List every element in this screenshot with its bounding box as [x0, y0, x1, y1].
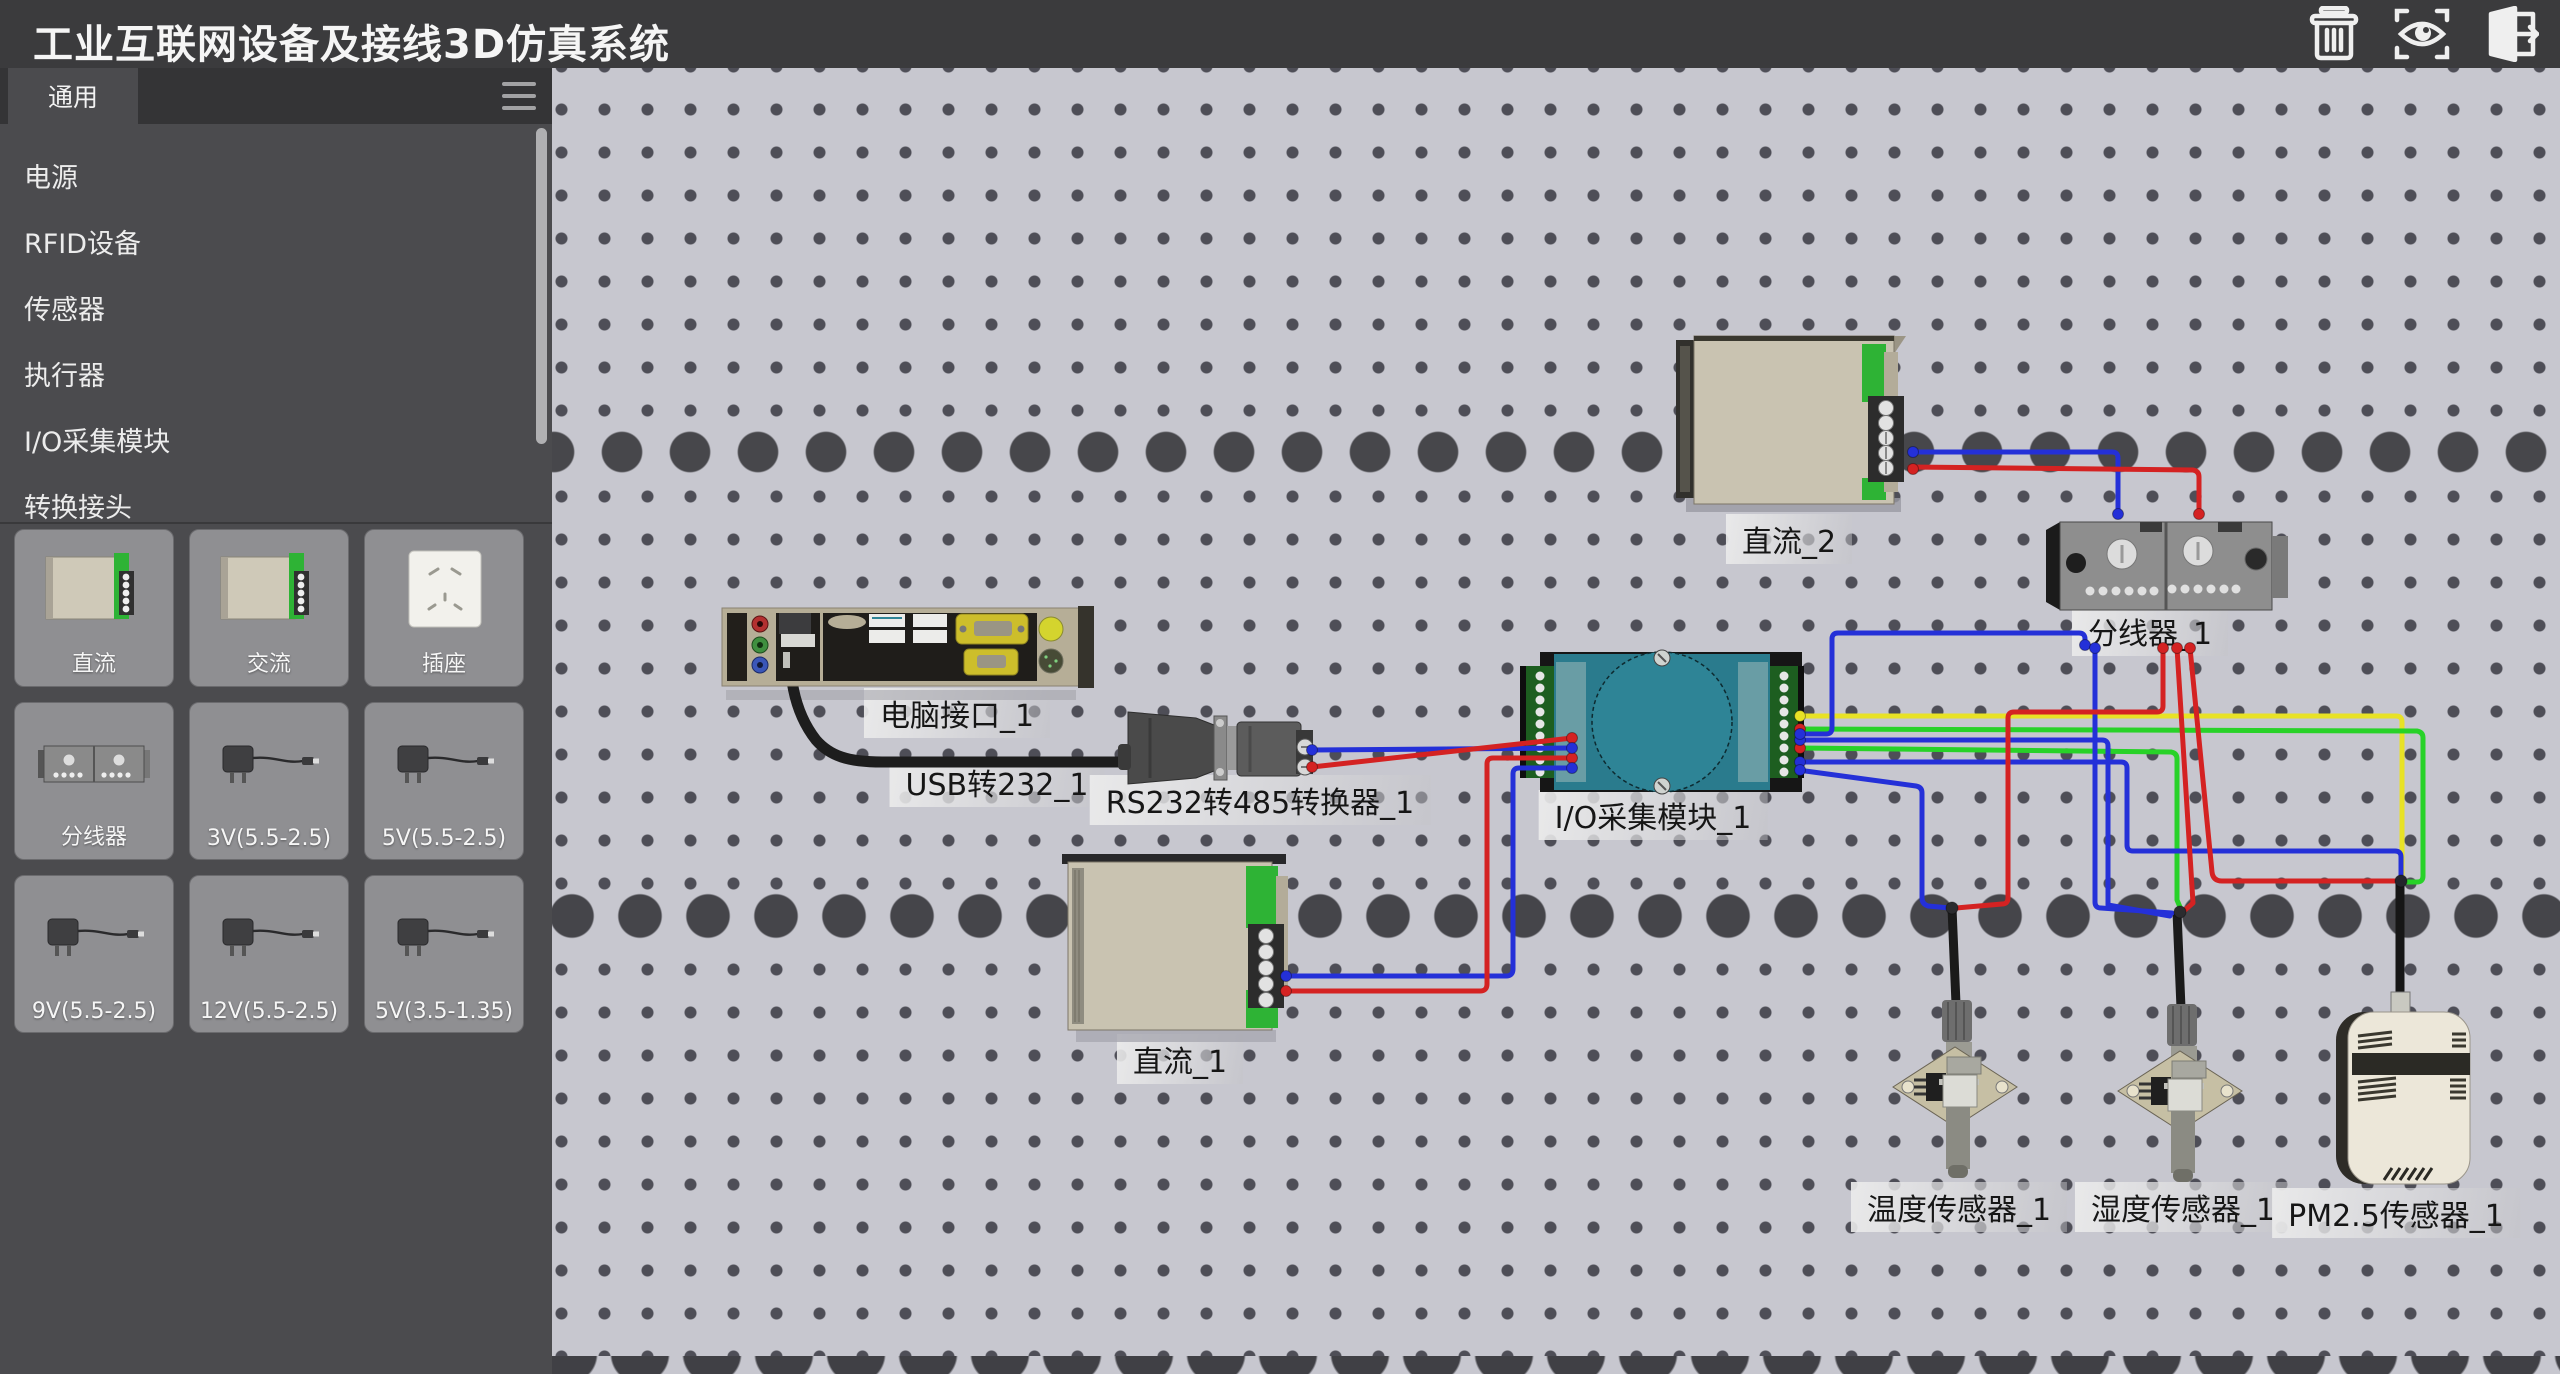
exit-icon[interactable] [2478, 4, 2542, 64]
wire-blue-temp [1798, 770, 1950, 908]
device-label: 直流_1 [1117, 1034, 1243, 1084]
tile-9v-adapter[interactable]: 9V(5.5-2.5) [14, 875, 174, 1033]
wire-red-humidity [2177, 648, 2193, 910]
menu-icon[interactable] [502, 82, 536, 110]
wire-blue-converter [1312, 748, 1572, 750]
adapter-icon [365, 884, 523, 992]
pegboard-hole-row [552, 428, 2560, 476]
tab-general[interactable]: 通用 [8, 68, 138, 124]
device-rs232-to-485[interactable] [1237, 722, 1313, 776]
tile-socket[interactable]: 插座 [364, 529, 524, 687]
device-io-module[interactable] [1520, 650, 1804, 794]
wire-blue-loop [1800, 633, 2085, 734]
tile-label: 3V(5.5-2.5) [190, 826, 348, 851]
component-sidebar: 通用 电源 RFID设备 传感器 执行器 I/O采集模块 转换接头 直流 交流 [0, 68, 552, 1374]
splitter-icon [15, 711, 173, 819]
sidebar-tab-row: 通用 [0, 68, 552, 124]
tile-label: 9V(5.5-2.5) [15, 999, 173, 1024]
wiring-scene [552, 68, 2560, 1374]
tile-5v-adapter[interactable]: 5V(5.5-2.5) [364, 702, 524, 860]
device-label: 电脑接口_1 [864, 688, 1050, 738]
sidebar-divider [0, 522, 552, 524]
tile-label: 插座 [365, 646, 523, 678]
menu-item-io-module[interactable]: I/O采集模块 [0, 406, 530, 472]
device-splitter-1[interactable] [2046, 522, 2288, 610]
adapter-icon [190, 884, 348, 992]
trash-icon[interactable] [2302, 4, 2366, 64]
wire-blue-humidity-b [2095, 648, 2172, 913]
menu-item-rfid[interactable]: RFID设备 [0, 208, 530, 274]
device-label: USB转232_1 [890, 757, 1105, 807]
wire-green-pm25 [1798, 729, 2423, 882]
sidebar-scrollbar[interactable] [536, 128, 547, 444]
pegboard-hole-row [552, 892, 2560, 940]
wire-blue-pm25 [1798, 762, 2401, 876]
wire-yellow-pm25 [1798, 716, 2402, 878]
device-dc-power-1[interactable] [1062, 854, 1288, 1042]
socket-icon [365, 538, 523, 646]
tile-3v-adapter[interactable]: 3V(5.5-2.5) [189, 702, 349, 860]
titlebar: 工业互联网设备及接线3D仿真系统 [0, 0, 2560, 68]
dc-module-icon [15, 538, 173, 646]
pegboard-hole-row [552, 1356, 2560, 1374]
tile-label: 5V(3.5-1.35) [365, 999, 523, 1024]
menu-item-sensor[interactable]: 传感器 [0, 274, 530, 340]
menu-item-actuator[interactable]: 执行器 [0, 340, 530, 406]
ac-module-icon [190, 538, 348, 646]
wire-green-humidity [1798, 748, 2180, 907]
device-dc-power-2[interactable] [1676, 336, 1906, 512]
adapter-icon [190, 711, 348, 819]
tile-label: 12V(5.5-2.5) [190, 999, 348, 1024]
tile-12v-adapter[interactable]: 12V(5.5-2.5) [189, 875, 349, 1033]
device-label: 分线器_1 [2072, 606, 2228, 656]
device-usb-to-232[interactable] [1118, 712, 1237, 784]
wire-red-pm25 [2190, 648, 2398, 881]
device-label: RS232转485转换器_1 [1090, 775, 1431, 825]
adapter-icon [365, 711, 523, 819]
menu-item-power[interactable]: 电源 [0, 142, 530, 208]
device-label: 直流_2 [1726, 514, 1852, 564]
tile-label: 5V(5.5-2.5) [365, 826, 523, 851]
pegboard-canvas[interactable]: 电脑接口_1 USB转232_1 RS232转485转换器_1 I/O采集模块_… [552, 68, 2560, 1374]
tile-ac[interactable]: 交流 [189, 529, 349, 687]
component-palette: 直流 交流 插座 分线器 3V(5.5-2.5) [14, 529, 524, 1033]
device-label: 温度传感器_1 [1851, 1182, 2067, 1232]
tile-splitter[interactable]: 分线器 [14, 702, 174, 860]
wire-red-converter [1312, 738, 1572, 767]
eye-scan-icon[interactable] [2390, 4, 2454, 64]
tile-label: 分线器 [15, 819, 173, 851]
wire-red-temp [1956, 648, 2163, 908]
toolbar [2302, 4, 2542, 64]
wire-blue-humidity-a [1798, 740, 2170, 916]
tile-5v-135-adapter[interactable]: 5V(3.5-1.35) [364, 875, 524, 1033]
device-pc-interface[interactable] [722, 606, 1128, 762]
device-label: PM2.5传感器_1 [2272, 1188, 2520, 1238]
device-label: I/O采集模块_1 [1539, 790, 1768, 840]
page-title: 工业互联网设备及接线3D仿真系统 [33, 12, 670, 70]
device-temp-sensor[interactable] [1893, 908, 2017, 1178]
tile-label: 交流 [190, 646, 348, 678]
device-humidity-sensor[interactable] [2118, 912, 2242, 1182]
tile-dc[interactable]: 直流 [14, 529, 174, 687]
category-menu: 电源 RFID设备 传感器 执行器 I/O采集模块 转换接头 [0, 124, 530, 538]
device-label: 湿度传感器_1 [2075, 1182, 2291, 1232]
adapter-icon [15, 884, 173, 992]
tile-label: 直流 [15, 646, 173, 678]
